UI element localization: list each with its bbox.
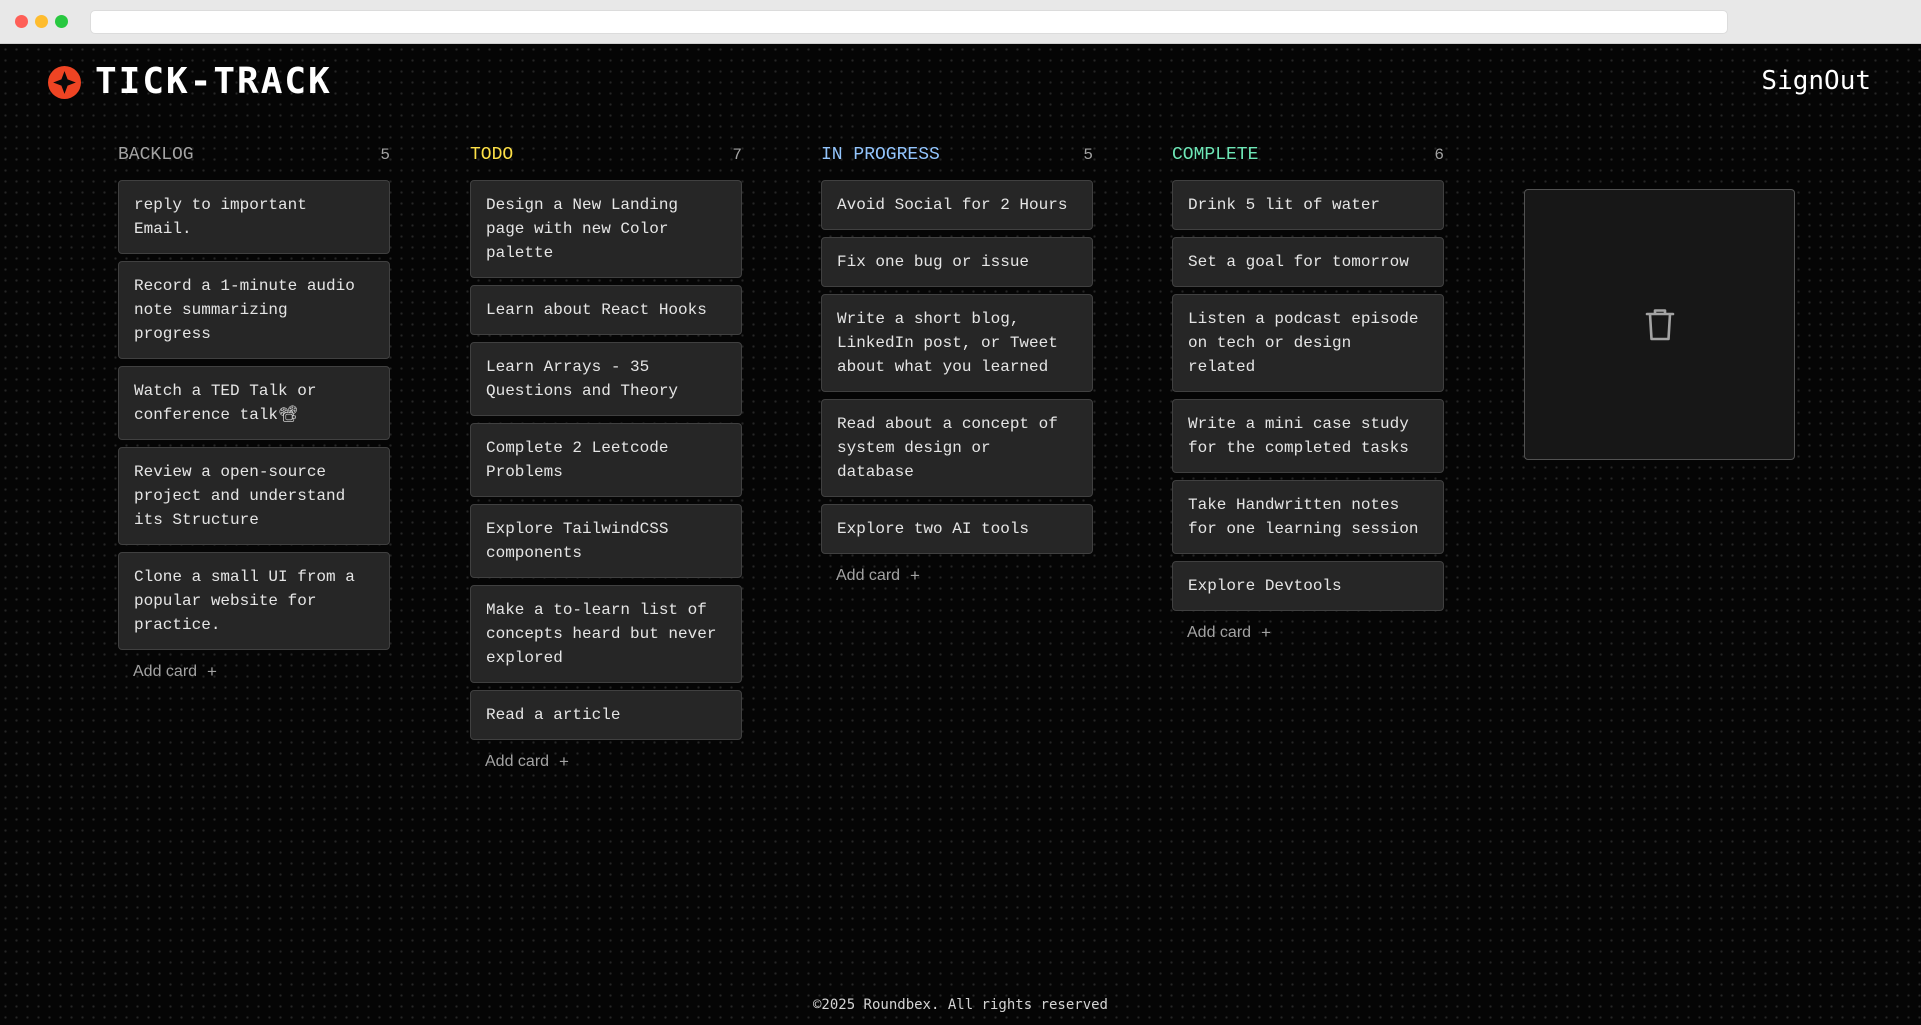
column-count: 5 [1083,146,1093,164]
browser-chrome [0,0,1921,44]
minimize-window-button[interactable] [35,15,48,28]
task-card[interactable]: reply to important Email. [118,180,390,254]
task-card[interactable]: Explore two AI tools [821,504,1093,554]
column-todo: TODO 7 Design a New Landing page with new … [470,144,742,772]
card-list: reply to important Email. Record a 1-minu… [118,180,390,650]
column-header: BACKLOG 5 [118,144,390,166]
task-card[interactable]: Drink 5 lit of water [1172,180,1444,230]
plus-icon: + [559,752,569,771]
task-card[interactable]: Explore TailwindCSS components [470,504,742,578]
task-card[interactable]: Take Handwritten notes for one learning … [1172,480,1444,554]
task-card[interactable]: Learn about React Hooks [470,285,742,335]
column-title: TODO [470,145,514,165]
card-list: Avoid Social for 2 Hours Fix one bug or i… [821,180,1093,554]
task-card[interactable]: Write a short blog, LinkedIn post, or Tw… [821,294,1093,392]
task-card[interactable]: Read about a concept of system design or… [821,399,1093,497]
column-title: IN PROGRESS [821,145,940,165]
close-window-button[interactable] [15,15,28,28]
add-card-label: Add card [133,663,198,680]
add-card-button[interactable]: Add card + [485,752,742,772]
column-count: 6 [1434,146,1444,164]
trash-icon [1645,308,1674,340]
task-card[interactable]: Complete 2 Leetcode Problems [470,423,742,497]
footer-copyright: ©2025 Roundbex. All rights reserved [812,997,1108,1013]
trash-dropzone[interactable] [1524,189,1795,460]
card-list: Drink 5 lit of water Set a goal for tomor… [1172,180,1444,611]
add-card-button[interactable]: Add card + [1187,623,1444,643]
column-header: TODO 7 [470,144,742,166]
plus-icon: + [1261,623,1271,642]
task-card[interactable]: Review a open-source project and underst… [118,447,390,545]
app-title: TICK-TRACK [95,61,332,102]
address-bar[interactable] [90,10,1728,34]
task-card[interactable]: Avoid Social for 2 Hours [821,180,1093,230]
logo-icon [48,65,81,99]
add-card-button[interactable]: Add card + [836,566,1093,586]
column-header: COMPLETE 6 [1172,144,1444,166]
plus-icon: + [910,566,920,585]
column-in-progress: IN PROGRESS 5 Avoid Social for 2 Hours Fix … [821,144,1093,586]
task-card[interactable]: Learn Arrays - 35 Questions and Theory [470,342,742,416]
plus-icon: + [207,662,217,681]
logo[interactable]: TICK-TRACK [48,64,332,100]
task-card[interactable]: Listen a podcast episode on tech or desi… [1172,294,1444,392]
column-count: 5 [380,146,390,164]
add-card-label: Add card [1187,624,1252,641]
signout-button[interactable]: SignOut [1761,66,1871,96]
column-title: BACKLOG [118,145,194,165]
maximize-window-button[interactable] [55,15,68,28]
task-card[interactable]: Design a New Landing page with new Color… [470,180,742,278]
column-complete: COMPLETE 6 Drink 5 lit of water Set a goal … [1172,144,1444,643]
task-card[interactable]: Clone a small UI from a popular website … [118,552,390,650]
column-header: IN PROGRESS 5 [821,144,1093,166]
column-count: 7 [732,146,742,164]
task-card[interactable]: Make a to-learn list of concepts heard b… [470,585,742,683]
task-card[interactable]: Record a 1-minute audio note summarizing… [118,261,390,359]
column-title: COMPLETE [1172,145,1259,165]
task-card[interactable]: Set a goal for tomorrow [1172,237,1444,287]
add-card-label: Add card [485,753,550,770]
card-list: Design a New Landing page with new Color… [470,180,742,740]
add-card-button[interactable]: Add card + [133,662,390,682]
task-card[interactable]: Read a article [470,690,742,740]
column-backlog: BACKLOG 5 reply to important Email. Record … [118,144,390,682]
task-card[interactable]: Fix one bug or issue [821,237,1093,287]
app-canvas: TICK-TRACK SignOut BACKLOG 5 reply to impo… [0,44,1921,1025]
task-card[interactable]: Watch a TED Talk or conference talk📽 [118,366,390,440]
add-card-label: Add card [836,567,901,584]
task-card[interactable]: Explore Devtools [1172,561,1444,611]
task-card[interactable]: Write a mini case study for the complete… [1172,399,1444,473]
